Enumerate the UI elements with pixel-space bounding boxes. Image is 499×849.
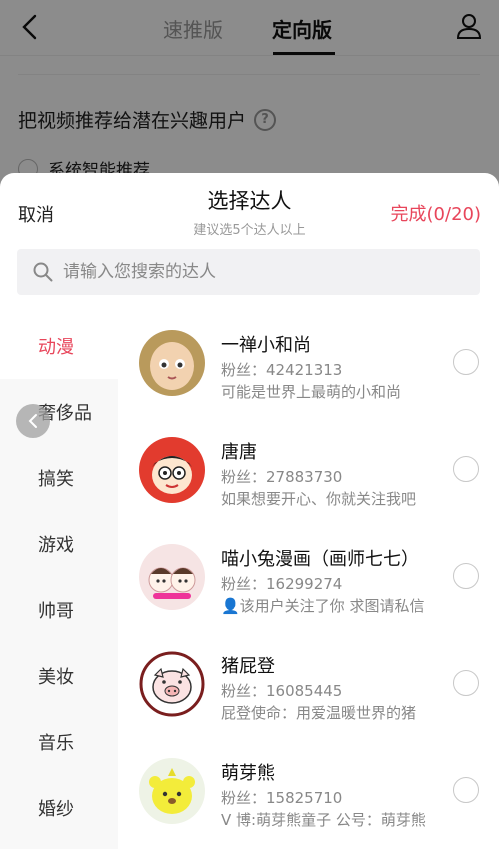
select-radio[interactable] bbox=[453, 777, 479, 803]
avatar bbox=[139, 544, 205, 610]
avatar bbox=[139, 758, 205, 824]
influencer-bio: V 博:萌芽熊童子 公号：萌芽熊 bbox=[221, 811, 426, 829]
category-item-funny[interactable]: 搞笑 bbox=[0, 445, 118, 511]
influencer-bio: 屁登使命：用爱温暖世界的猪 bbox=[221, 704, 417, 722]
fan-count: 粉丝：15825710 bbox=[221, 789, 343, 807]
select-radio[interactable] bbox=[453, 670, 479, 696]
fan-count: 粉丝：16299274 bbox=[221, 575, 343, 593]
list-item[interactable]: 一禅小和尚 粉丝：42421313 可能是世界上最萌的小和尚 bbox=[118, 313, 499, 420]
search-bar[interactable] bbox=[17, 249, 480, 295]
category-item-games[interactable]: 游戏 bbox=[0, 511, 118, 577]
chevron-left-icon bbox=[28, 414, 37, 428]
list-item[interactable]: 猪屁登 粉丝：16085445 屁登使命：用爱温暖世界的猪 bbox=[118, 634, 499, 741]
list-item[interactable]: 唐唐 粉丝：27883730 如果想要开心、你就关注我吧 bbox=[118, 420, 499, 527]
floating-back-button[interactable] bbox=[16, 404, 50, 438]
category-item-anime[interactable]: 动漫 bbox=[0, 313, 118, 379]
search-input[interactable] bbox=[63, 262, 453, 282]
category-item-handsome[interactable]: 帅哥 bbox=[0, 577, 118, 643]
influencer-name: 喵小兔漫画（画师七七） bbox=[221, 549, 419, 570]
list-item[interactable]: 喵小兔漫画（画师七七） 粉丝：16299274 👤该用户关注了你 求图请私信 bbox=[118, 527, 499, 634]
influencer-name: 萌芽熊 bbox=[221, 763, 275, 784]
category-item-beauty[interactable]: 美妆 bbox=[0, 643, 118, 709]
influencer-bio: 可能是世界上最萌的小和尚 bbox=[221, 383, 402, 401]
influencer-name: 唐唐 bbox=[221, 442, 257, 463]
category-sidebar: 动漫 奢侈品 搞笑 游戏 帅哥 美妆 音乐 婚纱 bbox=[0, 313, 118, 849]
influencer-bio: 如果想要开心、你就关注我吧 bbox=[221, 490, 417, 508]
select-influencer-sheet: 取消 选择达人 建议选5个达人以上 完成(0/20) 动漫 奢侈品 搞笑 游戏 … bbox=[0, 173, 499, 849]
select-radio[interactable] bbox=[453, 456, 479, 482]
fan-count: 粉丝：16085445 bbox=[221, 682, 343, 700]
select-radio[interactable] bbox=[453, 563, 479, 589]
influencer-name: 猪屁登 bbox=[221, 656, 275, 677]
select-radio[interactable] bbox=[453, 349, 479, 375]
search-icon bbox=[33, 262, 53, 282]
avatar bbox=[139, 651, 205, 717]
avatar bbox=[139, 437, 205, 503]
influencer-bio: 👤该用户关注了你 求图请私信 bbox=[221, 597, 425, 615]
avatar bbox=[139, 330, 205, 396]
done-button[interactable]: 完成(0/20) bbox=[391, 200, 481, 226]
list-item[interactable]: 萌芽熊 粉丝：15825710 V 博:萌芽熊童子 公号：萌芽熊 bbox=[118, 741, 499, 848]
fan-count: 粉丝：27883730 bbox=[221, 468, 343, 486]
category-item-music[interactable]: 音乐 bbox=[0, 709, 118, 775]
category-item-wedding[interactable]: 婚纱 bbox=[0, 775, 118, 841]
influencer-list: 一禅小和尚 粉丝：42421313 可能是世界上最萌的小和尚 唐唐 粉丝：278… bbox=[118, 313, 499, 849]
fan-count: 粉丝：42421313 bbox=[221, 361, 343, 379]
influencer-name: 一禅小和尚 bbox=[221, 335, 311, 356]
